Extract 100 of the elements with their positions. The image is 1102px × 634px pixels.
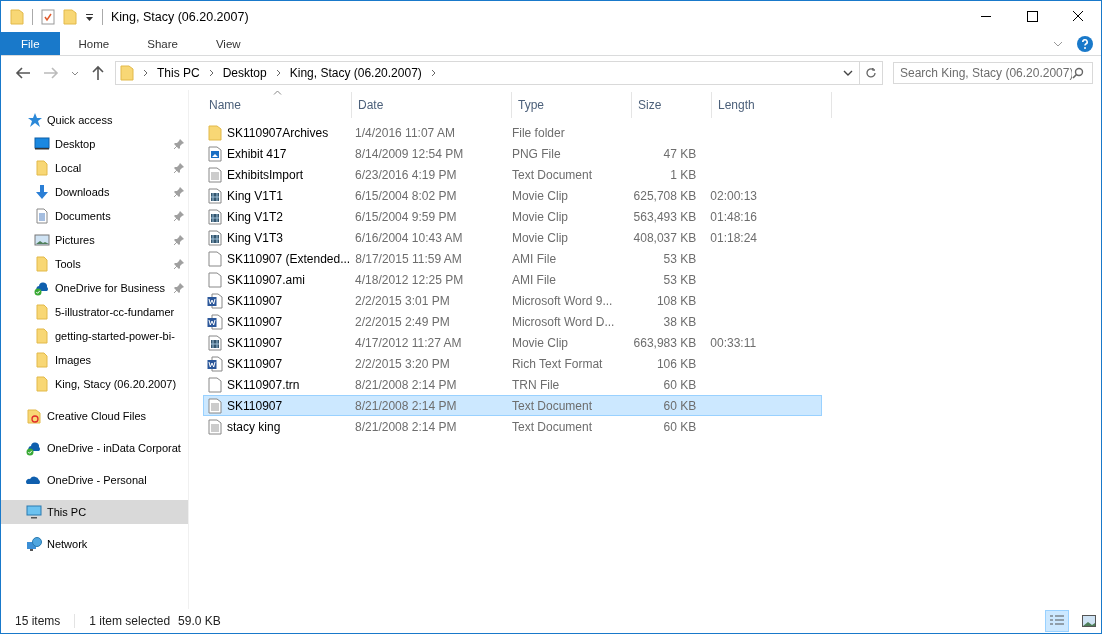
- nav-item[interactable]: Pictures: [1, 228, 188, 252]
- video-file-icon: [207, 187, 223, 204]
- nav-item[interactable]: Tools: [1, 252, 188, 276]
- pin-icon[interactable]: [174, 259, 184, 269]
- breadcrumb[interactable]: This PC: [157, 66, 200, 80]
- file-row[interactable]: SK110907.trn 8/21/2008 2:14 PM TRN File 60 KB: [203, 374, 822, 395]
- file-row[interactable]: King V1T1 6/15/2004 8:02 PM Movie Clip 625,708 KB 02:00:13: [203, 185, 822, 206]
- chevron-right-icon[interactable]: [143, 69, 148, 77]
- ribbon-tab[interactable]: Share: [128, 32, 197, 55]
- search-field[interactable]: Search King, Stacy (06.20.2007): [893, 62, 1093, 84]
- date-cell-text: 6/16/2004 10:43 AM: [354, 230, 464, 245]
- details-view-button[interactable]: [1045, 610, 1069, 632]
- ribbon-tab[interactable]: File: [1, 32, 60, 55]
- file-name: SK110907: [227, 398, 283, 413]
- text-file-icon: [207, 418, 223, 435]
- ribbon-tab[interactable]: View: [196, 32, 260, 55]
- help-icon[interactable]: [1077, 35, 1093, 52]
- nav-item[interactable]: This PC: [1, 500, 188, 524]
- column-header[interactable]: Length: [712, 92, 832, 118]
- file-row[interactable]: SK110907Archives 1/4/2016 11:07 AM File folder: [203, 122, 822, 143]
- folder-icon: [26, 408, 42, 424]
- image-file-icon: [207, 145, 223, 162]
- column-header[interactable]: Type: [512, 92, 632, 118]
- file-name: SK110907.ami: [227, 272, 305, 287]
- item-count: 15 items: [15, 614, 61, 628]
- folder-icon: [34, 376, 50, 392]
- ribbon-tab[interactable]: Home: [59, 32, 129, 55]
- size-cell: 625,708 KB: [633, 188, 697, 203]
- date-cell-text: 4/17/2012 11:27 AM: [354, 335, 463, 350]
- nav-item[interactable]: Documents: [1, 204, 188, 228]
- checklist-icon[interactable]: [41, 8, 55, 25]
- file-row[interactable]: SK110907 8/21/2008 2:14 PM Text Document 60 KB: [203, 395, 822, 416]
- nav-item[interactable]: getting-started-power-bi-: [1, 324, 188, 348]
- nav-item[interactable]: Desktop: [1, 132, 188, 156]
- refresh-button[interactable]: [860, 61, 883, 85]
- document-icon: [34, 208, 50, 224]
- file-name: Exhibit 417: [227, 146, 287, 161]
- file-name: SK110907 (Extended...: [227, 251, 351, 266]
- type-cell-text: AMI File: [510, 272, 557, 287]
- word-file-icon: [207, 292, 223, 309]
- file-row[interactable]: SK110907 2/2/2015 3:01 PM Microsoft Word 9... 108 KB: [203, 290, 822, 311]
- nav-item[interactable]: Local: [1, 156, 188, 180]
- breadcrumb[interactable]: King, Stacy (06.20.2007): [289, 66, 422, 80]
- nav-item[interactable]: OneDrive for Business: [1, 276, 188, 300]
- file-row[interactable]: SK110907 (Extended... 8/17/2015 11:59 AM AMI File 53 KB: [203, 248, 822, 269]
- down-arrow-icon: [34, 184, 50, 200]
- picture-icon: [1081, 614, 1097, 628]
- file-name: SK110907: [227, 314, 283, 329]
- up-arrow-icon[interactable]: [91, 65, 105, 81]
- picture-icon: [34, 232, 50, 248]
- file-name: SK110907: [227, 335, 283, 350]
- column-header[interactable]: Size: [632, 92, 712, 118]
- pin-icon[interactable]: [174, 187, 184, 197]
- nav-item[interactable]: Creative Cloud Files: [1, 404, 188, 428]
- nav-item[interactable]: OneDrive - Personal: [1, 468, 188, 492]
- pin-icon[interactable]: [174, 283, 184, 293]
- chevron-down-icon[interactable]: [843, 70, 853, 76]
- nav-item[interactable]: King, Stacy (06.20.2007): [1, 372, 188, 396]
- file-row[interactable]: SK110907 4/17/2012 11:27 AM Movie Clip 663,983 KB 00:33:11: [203, 332, 822, 353]
- column-header[interactable]: Date: [352, 92, 512, 118]
- forward-arrow-icon[interactable]: [43, 66, 59, 80]
- file-row[interactable]: Exhibit 417 8/14/2009 12:54 PM PNG File 47 KB: [203, 143, 822, 164]
- pin-icon[interactable]: [174, 163, 184, 173]
- file-row[interactable]: SK110907 2/2/2015 3:20 PM Rich Text Format 106 KB: [203, 353, 822, 374]
- file-name: SK110907: [227, 293, 283, 308]
- type-cell-text: Movie Clip: [510, 209, 569, 224]
- column-header[interactable]: Name: [203, 92, 352, 118]
- folder-icon: [34, 328, 50, 344]
- file-name: King V1T2: [227, 209, 284, 224]
- pin-icon[interactable]: [174, 211, 184, 221]
- file-name: SK110907Archives: [227, 125, 329, 140]
- nav-item[interactable]: Quick access: [1, 108, 188, 132]
- size-cell: 60 KB: [663, 419, 697, 434]
- file-row[interactable]: SK110907 2/2/2015 2:49 PM Microsoft Word D... 38 KB: [203, 311, 822, 332]
- star-icon: [26, 112, 42, 128]
- nav-item[interactable]: OneDrive - inData Corporat: [1, 436, 188, 460]
- file-row[interactable]: King V1T2 6/15/2004 9:59 PM Movie Clip 563,493 KB 01:48:16: [203, 206, 822, 227]
- cloud-check-icon: [34, 280, 50, 296]
- monitor-icon: [34, 136, 50, 152]
- pin-icon[interactable]: [174, 235, 184, 245]
- nav-item[interactable]: Images: [1, 348, 188, 372]
- file-row[interactable]: stacy king 8/21/2008 2:14 PM Text Document 60 KB: [203, 416, 822, 437]
- nav-item[interactable]: Network: [1, 532, 188, 556]
- date-cell-text: 4/18/2012 12:25 PM: [354, 272, 465, 287]
- file-row[interactable]: King V1T3 6/16/2004 10:43 AM Movie Clip 408,037 KB 01:18:24: [203, 227, 822, 248]
- nav-item[interactable]: 5-illustrator-cc-fundamer: [1, 300, 188, 324]
- dropdown-icon[interactable]: [85, 11, 94, 22]
- length-cell: 01:18:24: [710, 230, 757, 245]
- chevron-right-icon[interactable]: [208, 69, 214, 77]
- breadcrumb[interactable]: Desktop: [222, 66, 267, 80]
- chevron-right-icon[interactable]: [430, 69, 436, 77]
- type-cell-text: Movie Clip: [510, 335, 569, 350]
- file-row[interactable]: ExhibitsImport 6/23/2016 4:19 PM Text Document 1 KB: [203, 164, 822, 185]
- file-row[interactable]: SK110907.ami 4/18/2012 12:25 PM AMI File 53 KB: [203, 269, 822, 290]
- pin-icon[interactable]: [174, 139, 184, 149]
- address-bar[interactable]: This PC Desktop King, Stacy (06.20.2007): [115, 61, 860, 85]
- chevron-right-icon[interactable]: [275, 69, 281, 77]
- nav-item[interactable]: Downloads: [1, 180, 188, 204]
- back-arrow-icon[interactable]: [15, 66, 31, 80]
- date-cell-text: 8/21/2008 2:14 PM: [354, 419, 458, 434]
